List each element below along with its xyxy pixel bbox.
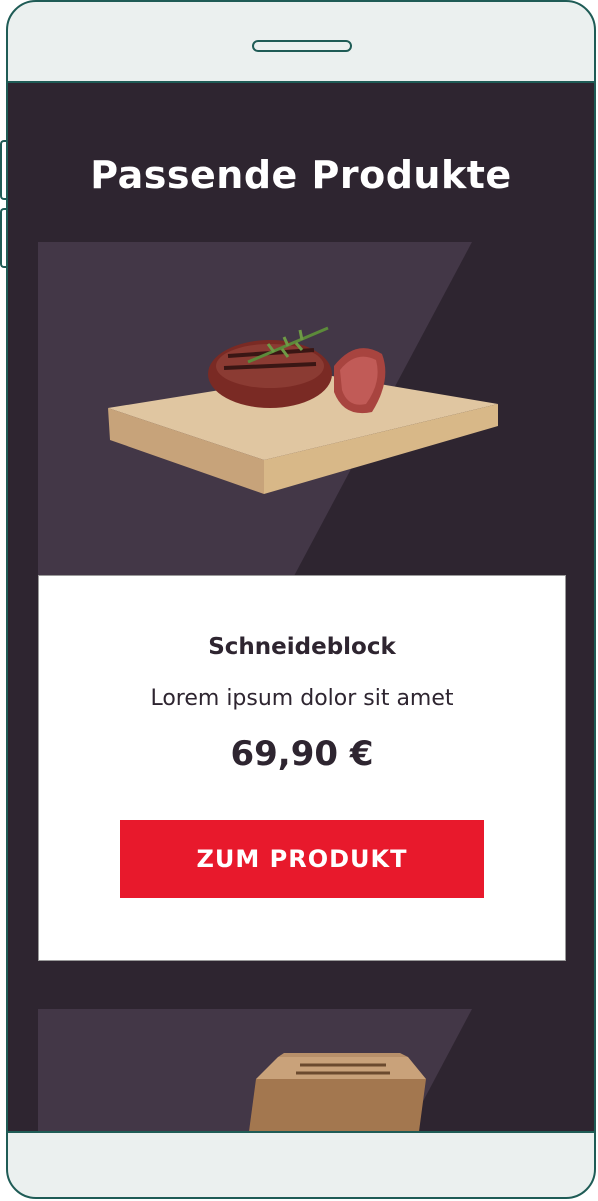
phone-speaker xyxy=(252,40,352,52)
product-image-panel xyxy=(38,242,498,576)
phone-screen: Passende Produkte Schneideblock Lorem ip… xyxy=(8,81,594,1133)
product-card: Schneideblock Lorem ipsum dolor sit amet… xyxy=(38,575,566,961)
section-title: Passende Produkte xyxy=(90,153,512,197)
zum-produkt-button[interactable]: ZUM PRODUKT xyxy=(120,820,484,898)
product-price: 69,90 € xyxy=(230,734,374,774)
product-image[interactable] xyxy=(38,242,594,576)
product-description: Lorem ipsum dolor sit amet xyxy=(150,686,454,711)
knife-block-image xyxy=(249,1053,426,1131)
phone-frame: Passende Produkte Schneideblock Lorem ip… xyxy=(6,0,596,1199)
product-image-panel xyxy=(38,1009,472,1131)
product-name: Schneideblock xyxy=(208,634,396,660)
product-image[interactable] xyxy=(38,1009,594,1131)
